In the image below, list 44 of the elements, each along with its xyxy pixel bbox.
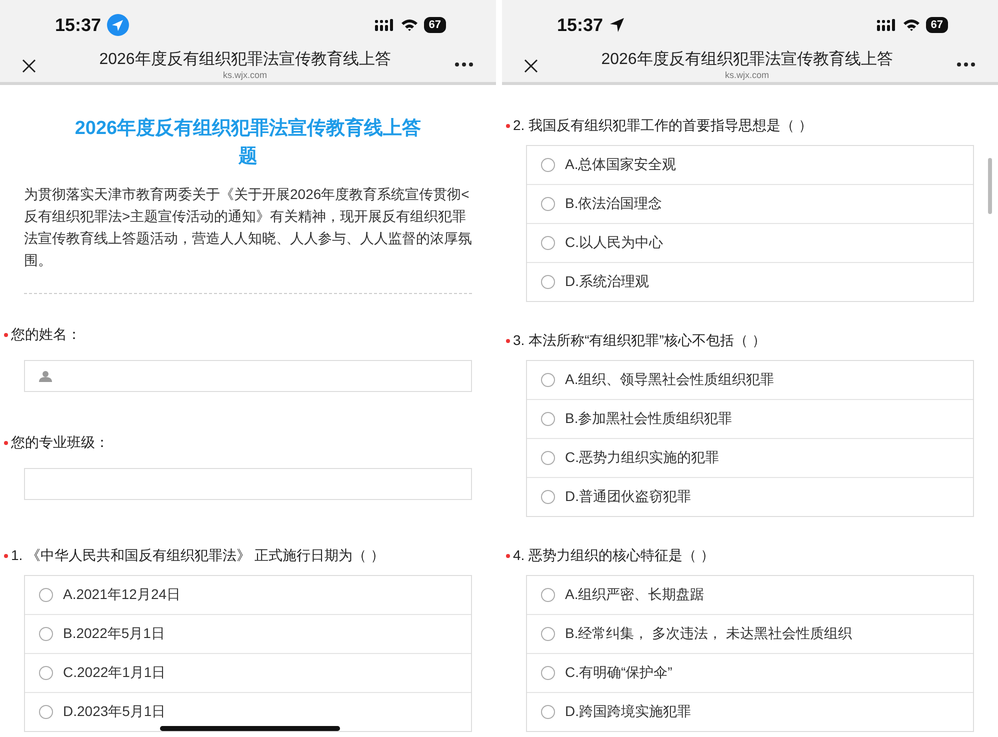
page-domain: ks.wjx.com <box>724 70 769 80</box>
radio-icon <box>541 412 555 426</box>
input-field[interactable] <box>24 468 472 500</box>
page-domain: ks.wjx.com <box>222 70 267 80</box>
page-title: 2026年度反有组织犯罪法宣传教育线上答 <box>99 50 391 70</box>
status-time: 15:37 <box>557 14 604 36</box>
wifi-icon <box>902 19 920 31</box>
status-time: 15:37 <box>55 14 102 36</box>
question-label: 1. 《中华人民共和国反有组织犯罪法》 正式施行日期为（ ） <box>11 546 384 565</box>
battery-level: 67 <box>424 17 446 33</box>
signal-icon <box>876 19 897 31</box>
radio-icon <box>39 627 53 641</box>
question-label: 2. 我国反有组织犯罪工作的首要指导思想是（ ） <box>513 116 812 135</box>
radio-icon <box>541 197 555 211</box>
radio-icon <box>541 451 555 465</box>
close-icon[interactable] <box>524 59 538 73</box>
radio-icon <box>39 588 53 602</box>
radio-icon <box>541 588 555 602</box>
battery-level: 67 <box>926 17 948 33</box>
radio-icon <box>541 705 555 719</box>
radio-icon <box>541 373 555 387</box>
page-title: 2026年度反有组织犯罪法宣传教育线上答 <box>601 50 893 70</box>
more-icon[interactable] <box>454 62 474 67</box>
input-field[interactable] <box>24 360 472 392</box>
location-icon <box>107 14 130 36</box>
question-label: 4. 恶势力组织的核心特征是（ ） <box>513 546 714 565</box>
question-label: 您的专业班级： <box>11 433 109 452</box>
radio-icon <box>541 236 555 250</box>
close-icon[interactable] <box>22 59 36 73</box>
radio-icon <box>541 158 555 172</box>
radio-icon <box>541 490 555 504</box>
question-label: 3. 本法所称“有组织犯罪”核心不包括（ ） <box>513 331 766 350</box>
signal-icon <box>374 19 395 31</box>
wifi-icon <box>400 19 418 31</box>
radio-icon <box>39 666 53 680</box>
survey-intro: 为贯彻落实天津市教育两委关于《关于开展2026年度教育系统宣传贯彻<反有组织犯罪法>主题宣传活动的通知》有关精神，现开展反有组织犯罪法宣传教育线上答题活动，营造人人知晓、人人参与、人人监督的浓厚氛围。 <box>24 183 472 294</box>
question-label: 您的姓名： <box>11 325 81 344</box>
radio-icon <box>541 666 555 680</box>
radio-icon <box>541 627 555 641</box>
radio-icon <box>39 705 53 719</box>
survey-title: 2026年度反有组织犯罪法宣传教育线上答题 <box>74 116 422 169</box>
radio-icon <box>541 275 555 289</box>
location-icon <box>609 17 626 33</box>
more-icon[interactable] <box>956 62 976 67</box>
